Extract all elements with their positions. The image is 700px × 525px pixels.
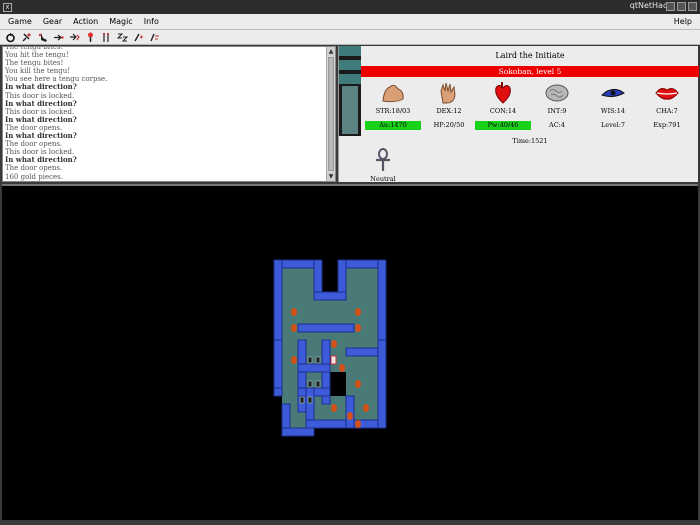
level-value: Level:7	[600, 121, 626, 129]
wall-segment	[297, 323, 355, 333]
window-close-icon[interactable]	[688, 2, 697, 11]
hp-value: HP:20/50	[433, 121, 465, 129]
wall-segment	[281, 427, 315, 437]
message-scrollbar[interactable]: ▲ ▼	[326, 47, 335, 181]
toolbar	[0, 30, 700, 45]
message-line: The tengu bites!	[5, 59, 64, 68]
ac-value: AC:4	[549, 121, 565, 129]
menu-action[interactable]: Action	[73, 17, 98, 26]
message-line: The door opens.	[5, 140, 63, 149]
exp-value: Exp:791	[653, 121, 681, 129]
wall-segment	[345, 347, 379, 357]
boulder-icon	[363, 404, 369, 412]
message-line: You hit the tengu!	[5, 51, 69, 60]
boulder-icon	[339, 364, 345, 372]
bicep-icon	[378, 80, 408, 106]
character-name: Laird the Initiate	[495, 51, 565, 60]
wall-segment	[313, 291, 347, 301]
alignment-indicator: Neutral	[363, 148, 403, 183]
ankh-icon	[376, 148, 390, 171]
scroll-thumb[interactable]	[328, 57, 334, 171]
menu-magic[interactable]: Magic	[109, 17, 133, 26]
hand-icon	[434, 80, 464, 106]
boulder-icon	[291, 324, 297, 332]
again-icon[interactable]	[4, 31, 17, 43]
message-line: In what direction?	[5, 98, 77, 108]
get-icon[interactable]	[20, 31, 33, 43]
door-tile	[307, 356, 313, 364]
boulder-icon	[355, 420, 361, 428]
boulder-icon	[291, 308, 297, 316]
message-line: 160 gold pieces.	[5, 172, 63, 181]
rest-icon[interactable]	[116, 31, 129, 43]
status-window: Laird the Initiate Sokoban, level 5 STR:…	[338, 46, 699, 183]
eye-icon	[598, 80, 628, 106]
message-window[interactable]: The tengu bites! You hit the tengu! The te…	[2, 46, 336, 182]
scroll-down-icon[interactable]: ▼	[327, 172, 335, 181]
wall-segment	[297, 363, 331, 373]
character-portrait	[339, 46, 361, 136]
eat-icon[interactable]	[100, 31, 113, 43]
message-line: You kill the tengu!	[5, 67, 71, 76]
brain-icon	[542, 80, 572, 106]
gold-value: Au:1470	[365, 121, 421, 130]
turn-counter: Time:1521	[512, 137, 548, 145]
wall-segment	[377, 339, 387, 429]
wall-segment	[305, 419, 379, 429]
fire-icon[interactable]	[68, 31, 81, 43]
door-tile	[299, 396, 305, 404]
wall-segment	[313, 259, 323, 293]
map-canvas[interactable]	[2, 186, 698, 522]
message-list: The tengu bites! You hit the tengu! The te…	[5, 47, 323, 181]
door-tile	[307, 380, 313, 388]
message-line: In what direction?	[5, 114, 77, 124]
boulder-icon	[355, 324, 361, 332]
heart-icon	[488, 80, 518, 106]
title-bar: x qtNetHack	[0, 0, 700, 14]
wall-segment	[377, 259, 387, 349]
door-tile	[315, 380, 321, 388]
dungeon-map[interactable]	[2, 184, 698, 520]
floor-tile	[322, 300, 346, 324]
power-value: Pw:40/46	[475, 121, 531, 130]
menu-help[interactable]: Help	[674, 17, 692, 26]
dungeon-level-banner: Sokoban, level 5	[361, 66, 699, 77]
close-icon[interactable]: x	[3, 2, 12, 12]
drop-icon[interactable]	[84, 31, 97, 43]
message-line: In what direction?	[5, 155, 77, 165]
message-line: The door opens.	[5, 164, 63, 173]
boulder-icon	[291, 356, 297, 364]
message-line: In what direction?	[5, 131, 77, 141]
wall-segment	[273, 339, 283, 389]
minimize-icon[interactable]	[666, 2, 675, 11]
scroll-up-icon[interactable]: ▲	[327, 47, 335, 56]
menu-gear[interactable]: Gear	[43, 17, 62, 26]
lips-icon	[652, 80, 682, 106]
menu-info[interactable]: Info	[144, 17, 159, 26]
boulder-icon	[331, 340, 337, 348]
door-tile	[307, 396, 313, 404]
search-icon[interactable]	[148, 31, 161, 43]
menu-game[interactable]: Game	[8, 17, 32, 26]
throw-icon[interactable]	[52, 31, 65, 43]
wall-segment	[337, 259, 347, 293]
boulder-icon	[331, 404, 337, 412]
player-icon	[330, 355, 337, 365]
boulder-icon	[355, 308, 361, 316]
kick-icon[interactable]	[36, 31, 49, 43]
boulder-icon	[355, 380, 361, 388]
cast-icon[interactable]	[132, 31, 145, 43]
menu-bar: Game Gear Action Magic Info Help	[0, 14, 700, 30]
maximize-icon[interactable]	[677, 2, 686, 11]
boulder-icon	[347, 412, 353, 420]
door-tile	[315, 356, 321, 364]
message-line: In what direction?	[5, 82, 77, 92]
